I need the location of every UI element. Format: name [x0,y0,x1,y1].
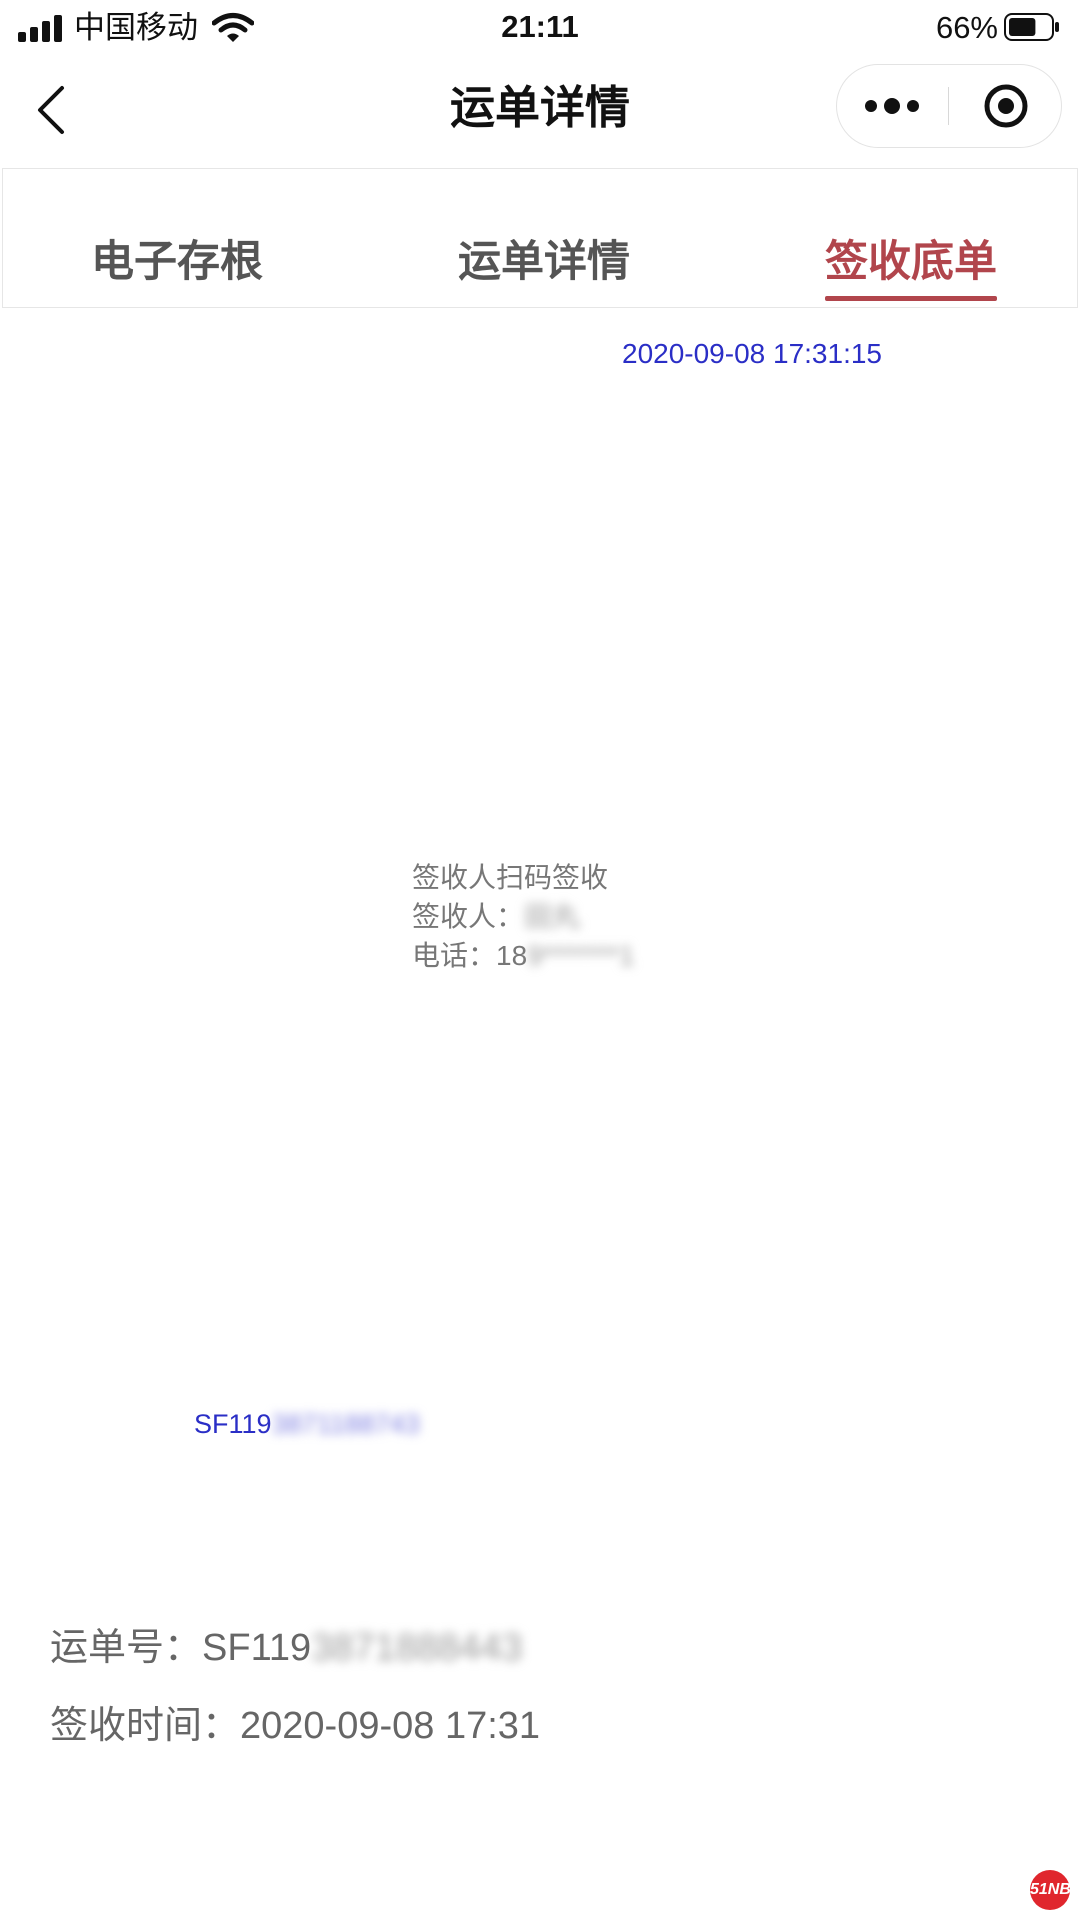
more-icon[interactable] [863,91,921,121]
receipt-waybill-prefix: SF119 [194,1409,272,1439]
sign-method: 签收人扫码签收 [412,862,609,893]
battery-percent: 66% [935,10,998,45]
phone-row: 电话：189*******1 [412,936,635,975]
status-bar: 中国移动 21:11 66% [0,0,1080,56]
battery-icon [1004,13,1059,41]
waybill-prefix: SF119 [202,1627,312,1669]
capsule-divider [948,87,949,125]
tab-label: 电子存根 [91,238,263,286]
watermark-badge: 51NB [1030,1870,1071,1910]
close-target-icon[interactable] [983,83,1029,129]
waybill-masked: 3871888443 [311,1627,523,1669]
signer-row: 签收人：田丸 [412,897,635,936]
receipt-waybill-number: SF1193871188743 [194,1406,420,1442]
mini-program-capsule [836,64,1062,148]
status-time: 21:11 [501,9,579,44]
signer-label: 签收人： [412,901,525,932]
signature-timestamp: 2020-09-08 17:31:15 [622,338,882,369]
sign-time-row: 签收时间：2020-09-08 17:31 [50,1702,540,1750]
waybill-number-row: 运单号：SF1193871888443 [50,1624,523,1672]
signature-block: 签收人扫码签收 签收人：田丸 电话：189*******1 [412,858,635,975]
tab-bar: 电子存根 运单详情 签收底单 [2,168,1078,308]
tab-label: 运单详情 [458,238,630,286]
tab-waybill-details[interactable]: 运单详情 [458,235,630,289]
sign-time-value: 2020-09-08 17:31 [240,1705,541,1747]
signer-name-masked: 田丸 [524,901,581,932]
tab-stub[interactable]: 电子存根 [91,235,263,289]
receipt-waybill-masked: 3871188743 [271,1409,420,1439]
tab-receipt[interactable]: 签收底单 [825,235,997,301]
page: 中国移动 21:11 66% 运单详情 电子存根 运单详情 签收底单 2020-… [0,0,1080,1920]
nav-bar: 运单详情 [0,56,1080,166]
tab-label: 签收底单 [825,238,997,286]
phone-label: 电话： [412,940,497,971]
active-tab-indicator [825,296,997,301]
phone-masked: 9*******1 [527,940,635,971]
sign-time-label: 签收时间： [50,1705,241,1747]
waybill-label: 运单号： [50,1627,203,1669]
phone-prefix: 18 [496,940,528,971]
